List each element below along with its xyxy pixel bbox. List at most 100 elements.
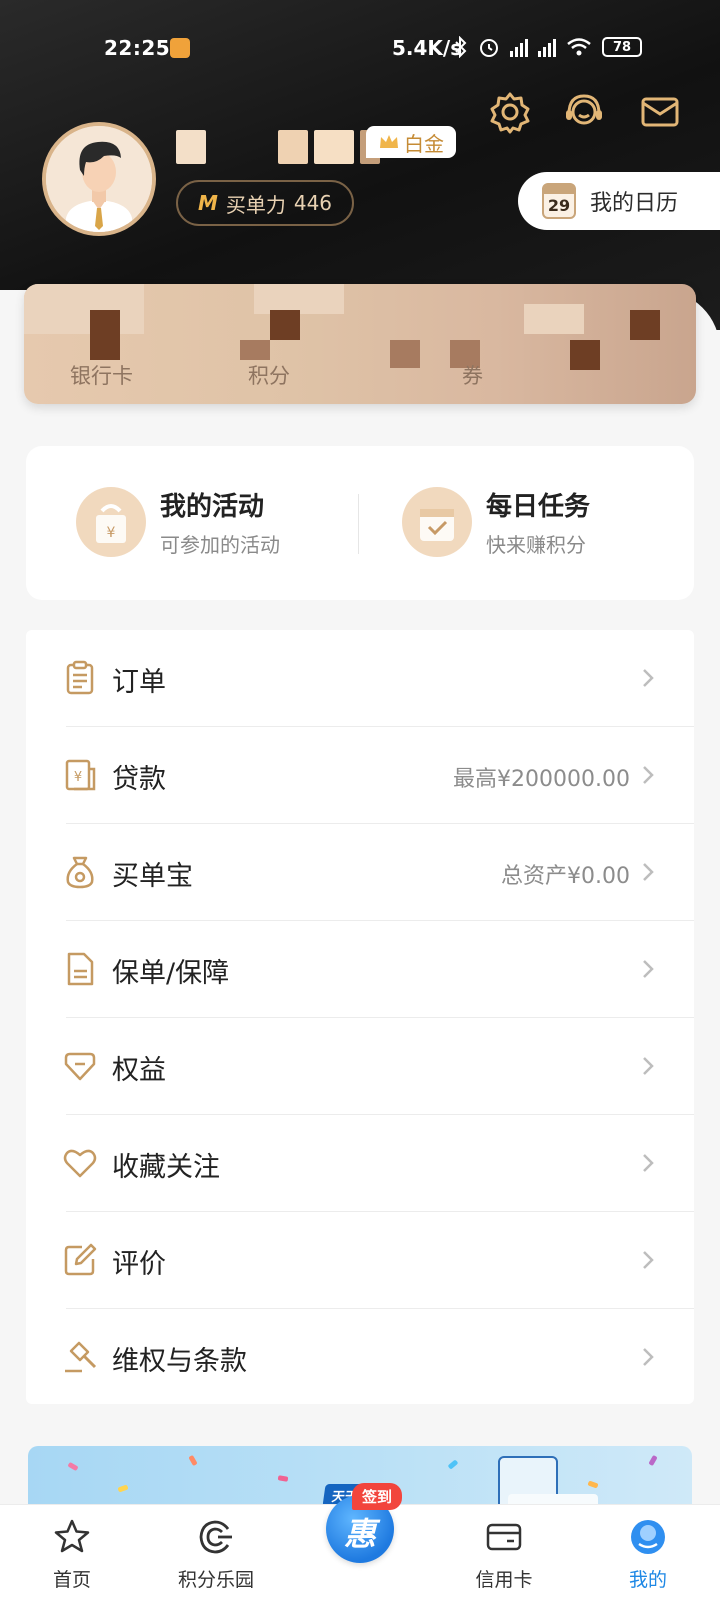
- bluetooth-icon: [455, 36, 467, 58]
- bottom-navigation: 首页 积分乐园 惠 签到 信用卡 我的: [0, 1483, 720, 1600]
- wifi-icon: [567, 38, 591, 56]
- avatar[interactable]: [42, 122, 156, 236]
- chevron-right-icon: [643, 669, 654, 687]
- m-logo-icon: M: [197, 191, 218, 215]
- nav-label-home: 首页: [52, 1569, 91, 1591]
- document-icon: [67, 952, 94, 986]
- vip-level-badge[interactable]: 白金: [366, 126, 456, 158]
- my-calendar-button[interactable]: 29 我的日历: [518, 172, 720, 230]
- nav-points-park[interactable]: 积分乐园: [156, 1505, 276, 1600]
- menu-value-loan: 最高¥200000.00: [453, 767, 630, 792]
- nav-home[interactable]: 首页: [12, 1505, 132, 1600]
- mosaic-block: [90, 310, 120, 360]
- daily-tasks-title: 每日任务: [486, 492, 591, 522]
- chevron-right-icon: [643, 863, 654, 881]
- mosaic-block: [570, 340, 600, 370]
- money-bag-icon: [66, 856, 94, 889]
- menu-value-maidanbao: 总资产¥0.00: [501, 864, 630, 889]
- mosaic-block: [524, 304, 584, 334]
- asset-label-points[interactable]: 积分: [248, 360, 290, 390]
- menu-item-reviews[interactable]: 评价: [26, 1212, 694, 1309]
- svg-text:¥: ¥: [74, 770, 82, 785]
- asset-label-coupons[interactable]: 券: [462, 360, 483, 390]
- menu-label-loan: 贷款: [112, 764, 166, 795]
- crown-icon: [380, 135, 398, 148]
- menu-label-favorites: 收藏关注: [112, 1152, 220, 1183]
- menu-label-benefits: 权益: [112, 1055, 166, 1086]
- mosaic-block: [270, 310, 300, 340]
- sign-in-badge[interactable]: 签到: [352, 1483, 403, 1510]
- gavel-icon: [65, 1341, 97, 1373]
- card-icon: [486, 1523, 522, 1551]
- settings-icon[interactable]: [488, 90, 532, 134]
- asset-label-bank-card[interactable]: 银行卡: [70, 360, 133, 390]
- confetti: [277, 1475, 289, 1482]
- calendar-check-icon: [402, 487, 472, 557]
- purchasing-power-label: 买单力: [225, 192, 286, 217]
- chevron-right-icon: [643, 1251, 654, 1269]
- status-bar: 22:25 5.4K/s 78: [0, 30, 720, 66]
- heart-icon: [63, 1149, 97, 1178]
- menu-item-maidanbao[interactable]: 买单宝 总资产¥0.00: [26, 824, 694, 921]
- my-calendar-label: 我的日历: [590, 191, 679, 216]
- network-speed: 5.4K/s: [392, 36, 463, 60]
- clipboard-icon: [66, 660, 94, 695]
- menu-item-insurance[interactable]: 保单/保障: [26, 921, 694, 1018]
- status-time: 22:25: [104, 36, 171, 60]
- confetti: [117, 1484, 129, 1493]
- purchasing-power-value: 446: [293, 191, 333, 215]
- nav-mine[interactable]: 我的: [588, 1505, 708, 1600]
- star-icon: [54, 1519, 90, 1553]
- nav-label-mine: 我的: [628, 1569, 667, 1591]
- battery-indicator: 78: [602, 37, 642, 57]
- chevron-right-icon: [643, 960, 654, 978]
- purchasing-power-pill[interactable]: M 买单力 446: [176, 180, 354, 226]
- points-icon: [199, 1520, 232, 1554]
- confetti: [188, 1454, 198, 1467]
- center-promo-icon: 惠: [343, 1515, 376, 1553]
- mosaic-block: [24, 284, 144, 334]
- confetti: [67, 1461, 79, 1472]
- menu-label-insurance: 保单/保障: [112, 958, 230, 989]
- menu-item-loan[interactable]: ¥ 贷款 最高¥200000.00: [26, 727, 694, 824]
- menu-item-benefits[interactable]: 权益: [26, 1018, 694, 1115]
- daily-tasks-subtitle: 快来赚积分: [486, 533, 586, 557]
- nav-credit-card[interactable]: 信用卡: [444, 1505, 564, 1600]
- vip-level-text: 白金: [404, 131, 444, 156]
- chevron-right-icon: [643, 1348, 654, 1366]
- my-activities-entry[interactable]: ¥ 我的活动 可参加的活动: [76, 486, 280, 558]
- avatar-illustration: [46, 126, 152, 232]
- menu-label-rights-terms: 维权与条款: [112, 1346, 247, 1377]
- menu-item-favorites[interactable]: 收藏关注: [26, 1115, 694, 1212]
- mosaic-block: [630, 310, 660, 340]
- customer-service-icon[interactable]: [562, 90, 606, 134]
- diamond-icon: [64, 1052, 96, 1081]
- menu-label-orders: 订单: [112, 667, 166, 698]
- notification-icon: [170, 38, 190, 58]
- svg-text:¥: ¥: [107, 525, 116, 541]
- menu-item-orders[interactable]: 订单: [26, 630, 694, 727]
- activity-card: ¥ 我的活动 可参加的活动 每日任务 快来赚积分: [26, 446, 694, 600]
- activity-divider: [358, 494, 359, 554]
- nav-label-credit-card: 信用卡: [475, 1569, 533, 1591]
- my-activities-title: 我的活动: [160, 492, 265, 522]
- daily-tasks-entry[interactable]: 每日任务 快来赚积分: [402, 486, 590, 558]
- message-icon[interactable]: [638, 90, 682, 134]
- edit-icon: [64, 1243, 97, 1276]
- menu-label-reviews: 评价: [112, 1249, 166, 1280]
- menu-list: 订单 ¥ 贷款 最高¥200000.00 买单宝 总资产¥0.00 保单/保障 …: [26, 630, 694, 1404]
- profile-icon: [631, 1520, 665, 1554]
- confetti: [587, 1480, 599, 1489]
- username-blurred: [176, 130, 380, 164]
- calendar-day: 29: [547, 196, 571, 215]
- chevron-right-icon: [643, 1057, 654, 1075]
- cellular-signal-2-icon: [538, 37, 556, 57]
- loan-icon: ¥: [65, 759, 96, 791]
- mosaic-block: [240, 340, 270, 360]
- menu-item-rights-terms[interactable]: 维权与条款: [26, 1309, 694, 1406]
- gift-icon: ¥: [76, 487, 146, 557]
- alarm-icon: [480, 39, 498, 57]
- confetti: [648, 1454, 658, 1467]
- mosaic-block: [390, 340, 420, 368]
- nav-label-points-park: 积分乐园: [177, 1569, 254, 1591]
